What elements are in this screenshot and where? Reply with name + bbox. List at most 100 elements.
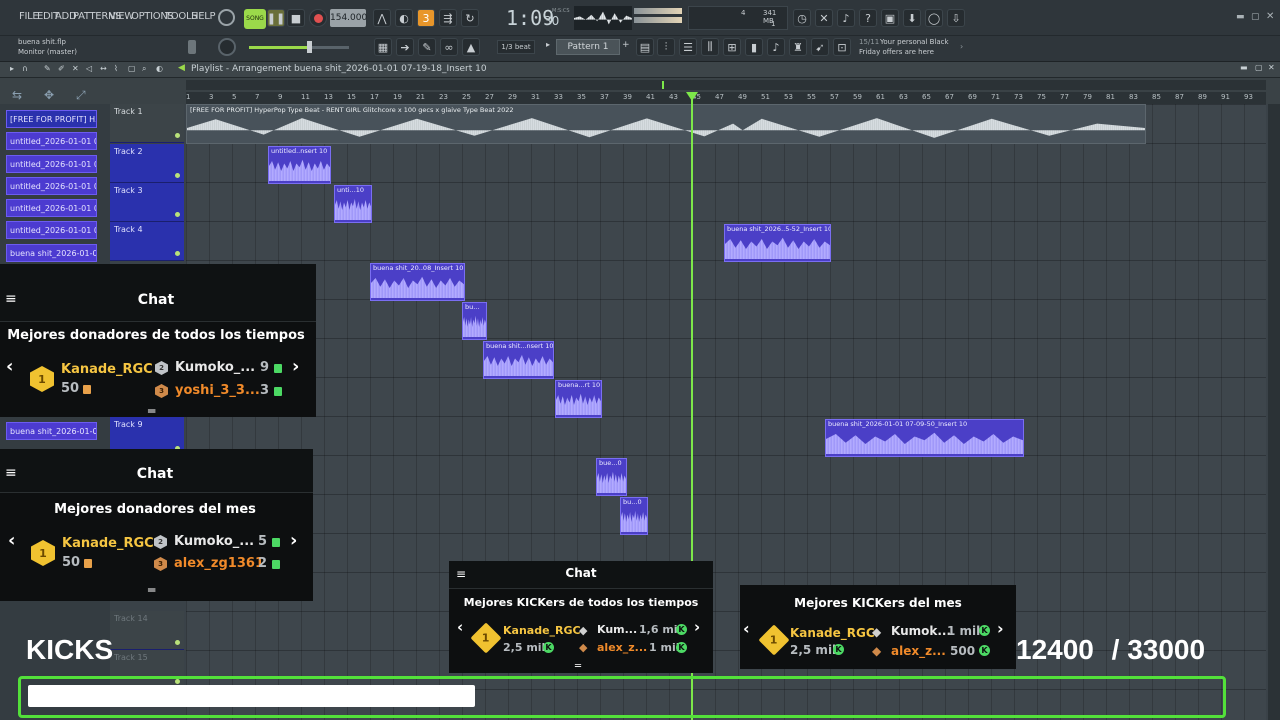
mute-icon[interactable]: ◁ — [86, 64, 92, 73]
audio-clip[interactable]: buena shit_20..08_Insert 10 — [370, 263, 465, 301]
track-header-4[interactable]: Track 4 — [110, 222, 184, 261]
track-led-icon[interactable] — [175, 251, 180, 256]
zoom-icon[interactable]: ⌕ — [142, 64, 146, 74]
audio-clip[interactable]: buena...rt 10 — [555, 380, 602, 418]
mic-icon[interactable]: ♜ — [789, 38, 807, 56]
browser-item[interactable]: untitled_2026-01-01 06-... — [6, 199, 97, 217]
stop-button[interactable]: ■ — [287, 9, 305, 27]
record-button[interactable] — [309, 9, 327, 27]
horizontal-scrollbar[interactable] — [186, 80, 1266, 90]
playlist-close-icon[interactable]: ✕ — [1268, 63, 1275, 72]
next-arrow-icon[interactable]: › — [292, 356, 299, 377]
playlist-icon[interactable]: ▤ — [636, 38, 654, 56]
browser-item[interactable]: untitled_2026-01-01 06-... — [6, 155, 97, 173]
browser-arrows-icon[interactable]: ⇆ — [12, 88, 22, 102]
track-header-14[interactable]: Track 14 — [110, 611, 184, 650]
audio-clip[interactable]: buena shit_2026..5-52_Insert 10 — [724, 224, 831, 262]
news-text-1[interactable]: Your personal Black — [880, 38, 949, 46]
select-icon[interactable]: ▢ — [128, 64, 136, 73]
master-volume-knob-icon[interactable] — [218, 9, 235, 26]
drag-handle-icon[interactable]: ═ — [575, 661, 581, 672]
draw-icon[interactable]: ✎ — [44, 64, 51, 73]
audio-clip[interactable]: unti...10 — [334, 185, 372, 223]
browser-tool-icon[interactable]: ⤢ — [76, 88, 86, 103]
loop-record-icon[interactable]: ↻ — [461, 9, 479, 27]
add-pattern-icon[interactable]: + — [622, 40, 630, 50]
menu-help[interactable]: HELP — [191, 11, 216, 22]
close-icon[interactable]: ✕ — [1266, 11, 1274, 22]
drag-handle-icon[interactable]: ═ — [148, 404, 155, 418]
maximize-icon[interactable]: ▢ — [1251, 12, 1260, 22]
stamp-icon[interactable]: ▲ — [462, 38, 480, 56]
metronome-icon[interactable]: ⋀ — [373, 9, 391, 27]
piano-roll-icon[interactable]: ▦ — [374, 38, 392, 56]
track-led-icon[interactable] — [175, 173, 180, 178]
browser-item[interactable]: untitled_2026-01-01 06-... — [6, 221, 97, 239]
pattern-select[interactable]: Pattern 1 — [556, 39, 620, 55]
piano-icon[interactable]: ⫼ — [701, 38, 719, 56]
prev-arrow-icon[interactable]: ‹ — [8, 530, 15, 551]
channel-rack-icon[interactable]: ⫶ — [657, 38, 675, 56]
arrow-right-icon[interactable]: ➔ — [396, 38, 414, 56]
playback-icon[interactable]: ◐ — [156, 64, 163, 73]
audio-clip[interactable]: buena shit...nsert 10 — [483, 341, 554, 379]
wait-input-icon[interactable]: ◐ — [395, 9, 413, 27]
track-header-3[interactable]: Track 3 — [110, 183, 184, 222]
audio-clip[interactable]: untitled..nsert 10 — [268, 146, 331, 184]
browser-snap-icon[interactable]: ✥ — [44, 88, 54, 102]
play-small-icon[interactable]: ▸ — [10, 64, 14, 73]
news-text-2[interactable]: Friday offers are here — [859, 48, 934, 56]
track-header-1[interactable]: Track 1 — [110, 104, 184, 143]
track-led-icon[interactable] — [175, 640, 180, 645]
countdown-icon[interactable]: 3 — [417, 9, 435, 27]
timeline-ruler[interactable]: 1 3 5 7 9 11 13 15 17 19 21 23 25 27 29 31 33 35 37 39 41 43 4… — [186, 92, 1266, 104]
prev-arrow-icon[interactable]: ‹ — [743, 619, 750, 638]
channel-icon[interactable]: ⊞ — [723, 38, 741, 56]
pencil-icon[interactable]: ✎ — [418, 38, 436, 56]
render-icon[interactable]: ⬇ — [903, 9, 921, 27]
chat-icon[interactable]: ◯ — [925, 9, 943, 27]
browser-item[interactable]: [FREE FOR PROFIT] H... — [6, 110, 97, 128]
delete-icon[interactable]: ✕ — [72, 64, 79, 73]
bird-icon[interactable]: ➹ — [811, 38, 829, 56]
snap-select[interactable]: 1/3 beat — [497, 40, 535, 54]
slice-icon[interactable]: ⌇ — [114, 64, 118, 73]
browser-item[interactable]: buena shit_2026-01-01... — [6, 244, 97, 262]
help-icon[interactable]: ? — [859, 9, 877, 27]
link-icon[interactable]: ∞ — [440, 38, 458, 56]
browser-item[interactable]: untitled_2026-01-01 06-... — [6, 132, 97, 150]
browser-item[interactable]: buena shit_2026-01-01... — [6, 422, 97, 440]
audio-clip[interactable]: bu... — [462, 302, 487, 340]
tempo-display[interactable]: 154.000 — [330, 9, 367, 27]
pattern-prev-icon[interactable]: ▸ — [546, 40, 550, 49]
browser-item[interactable]: untitled_2026-01-01 06-... — [6, 177, 97, 195]
slip-icon[interactable]: ↔ — [100, 64, 107, 73]
next-arrow-icon[interactable]: › — [997, 619, 1004, 638]
plugin-icon[interactable]: ♪ — [767, 38, 785, 56]
song-mode-toggle[interactable]: SONG — [244, 9, 266, 29]
news-next-icon[interactable]: › — [960, 42, 963, 51]
paint-icon[interactable]: ✐ — [58, 64, 65, 73]
cart-icon[interactable]: ⊡ — [833, 38, 851, 56]
track-led-icon[interactable] — [175, 212, 180, 217]
microphone-icon[interactable]: ♪ — [837, 9, 855, 27]
minimize-icon[interactable]: ▬ — [1236, 12, 1245, 22]
magnet-icon[interactable]: ∩ — [22, 64, 28, 73]
vertical-scrollbar[interactable] — [1268, 104, 1280, 720]
audio-clip[interactable]: bue...0 — [596, 458, 627, 496]
download-icon[interactable]: ⇩ — [947, 9, 965, 27]
next-arrow-icon[interactable]: › — [290, 530, 297, 551]
pause-button[interactable]: ❚❚ — [267, 9, 285, 27]
drag-handle-icon[interactable]: ═ — [148, 583, 155, 597]
pitch-knob-icon[interactable] — [218, 38, 236, 56]
browser-icon[interactable]: ▮ — [745, 38, 763, 56]
tools-icon[interactable]: ✕ — [815, 9, 833, 27]
track-led-icon[interactable] — [175, 133, 180, 138]
track-header-2[interactable]: Track 2 — [110, 144, 184, 183]
save-icon[interactable]: ▣ — [881, 9, 899, 27]
slider-handle[interactable] — [307, 41, 312, 53]
prev-arrow-icon[interactable]: ‹ — [6, 356, 13, 377]
master-pitch-slider[interactable] — [249, 46, 349, 49]
audio-clip[interactable]: bu...0 — [620, 497, 648, 535]
online-icon[interactable]: ◷ — [793, 9, 811, 27]
